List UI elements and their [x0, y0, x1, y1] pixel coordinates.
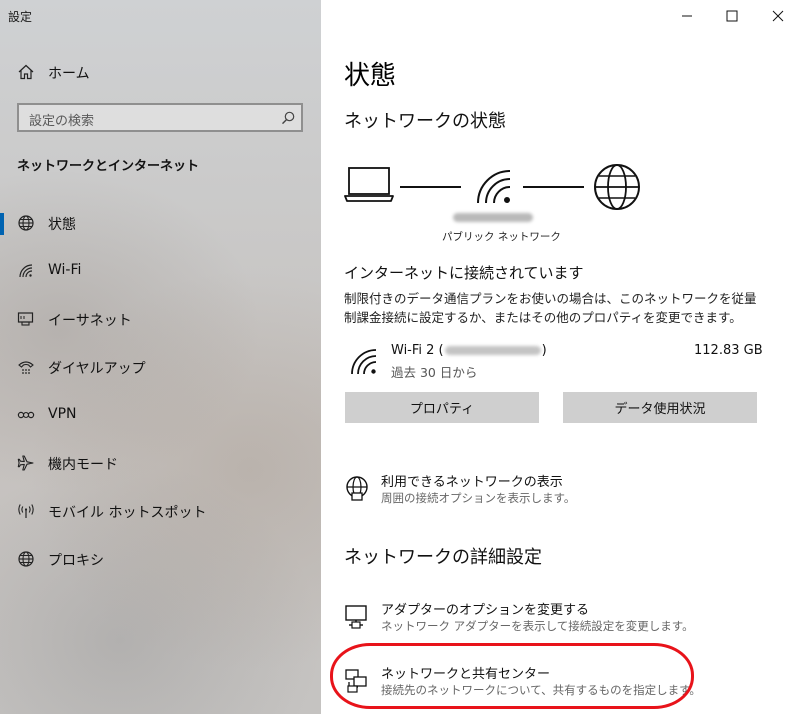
- adapter-options-title: アダプターのオプションを変更する: [381, 603, 590, 618]
- wifi-name-prefix: Wi-Fi 2 (: [391, 343, 444, 358]
- monitor-network-icon: [344, 604, 370, 630]
- adapter-options-link[interactable]: アダプターのオプションを変更する ネットワーク アダプターを表示して接続設定を変…: [341, 599, 761, 643]
- sidebar-item-label: ホーム: [48, 66, 90, 82]
- sidebar-item-label: Wi-Fi: [48, 262, 82, 278]
- app-title: 設定: [8, 10, 33, 24]
- wifi-name-suffix: ): [541, 343, 547, 358]
- wifi-data-usage: 112.83 GB: [694, 343, 763, 358]
- dialup-icon: [17, 358, 35, 376]
- sidebar-item-label: ダイヤルアップ: [48, 361, 146, 377]
- sidebar-section-title: ネットワークとインターネット: [17, 159, 200, 174]
- sidebar: 設定 ホーム 設定の検索 ネットワークとインターネット 状態 Wi-Fi イーサ…: [0, 0, 321, 714]
- globe-icon: [17, 214, 35, 232]
- globe-icon: [17, 550, 35, 568]
- maximize-icon[interactable]: [724, 8, 740, 24]
- sidebar-item-proxy[interactable]: プロキシ: [0, 539, 321, 579]
- home-icon: [17, 63, 35, 81]
- network-globe-icon: [344, 476, 370, 502]
- sidebar-item-dialup[interactable]: ダイヤルアップ: [0, 347, 321, 387]
- properties-button[interactable]: プロパティ: [345, 392, 539, 423]
- connection-line: [523, 186, 584, 188]
- internet-globe-icon: [592, 163, 642, 211]
- close-icon[interactable]: [770, 8, 786, 24]
- search-placeholder: 設定の検索: [29, 114, 95, 129]
- search-input[interactable]: 設定の検索: [17, 103, 303, 132]
- data-usage-button[interactable]: データ使用状況: [563, 392, 757, 423]
- sidebar-item-airplane-mode[interactable]: 機内モード: [0, 443, 321, 483]
- available-networks-subtitle: 周囲の接続オプションを表示します。: [381, 491, 576, 505]
- connection-line: [400, 186, 461, 188]
- sidebar-item-label: プロキシ: [48, 553, 104, 569]
- sidebar-item-label: VPN: [48, 406, 77, 422]
- available-networks-link[interactable]: 利用できるネットワークの表示 周囲の接続オプションを表示します。: [341, 471, 761, 515]
- advanced-settings-heading: ネットワークの詳細設定: [344, 547, 542, 568]
- page-title: 状態: [344, 61, 397, 91]
- highlight-annotation: [330, 643, 694, 709]
- network-status-heading: ネットワークの状態: [344, 111, 506, 132]
- wifi-signal-icon: [474, 165, 514, 205]
- vpn-icon: [17, 406, 35, 424]
- available-networks-title: 利用できるネットワークの表示: [381, 475, 563, 490]
- wifi-icon: [17, 262, 35, 280]
- network-type-label: パブリック ネットワーク: [442, 231, 561, 243]
- laptop-icon: [344, 166, 394, 204]
- search-icon[interactable]: [281, 111, 295, 125]
- adapter-options-subtitle: ネットワーク アダプターを表示して接続設定を変更します。: [381, 619, 694, 633]
- sidebar-item-label: 機内モード: [48, 457, 118, 473]
- wifi-name: Wi-Fi 2 (): [391, 343, 547, 358]
- connection-status: インターネットに接続されています: [344, 264, 584, 282]
- hotspot-icon: [17, 502, 35, 520]
- sidebar-item-label: モバイル ホットスポット: [48, 505, 207, 521]
- connection-description: 制限付きのデータ通信プランをお使いの場合は、このネットワークを従量制課金接続に設…: [344, 291, 757, 325]
- sidebar-item-status[interactable]: 状態: [0, 203, 321, 243]
- sidebar-item-mobile-hotspot[interactable]: モバイル ホットスポット: [0, 491, 321, 531]
- redacted-ssid: [444, 346, 541, 355]
- sidebar-item-wifi[interactable]: Wi-Fi: [0, 251, 321, 291]
- sidebar-item-vpn[interactable]: VPN: [0, 395, 321, 435]
- sidebar-item-label: イーサネット: [48, 313, 132, 329]
- sidebar-item-label: 状態: [48, 217, 76, 233]
- redacted-network-name: [453, 213, 533, 222]
- wifi-signal-icon: [350, 347, 378, 375]
- sidebar-item-home[interactable]: ホーム: [0, 52, 321, 92]
- ethernet-icon: [17, 310, 35, 328]
- sidebar-item-ethernet[interactable]: イーサネット: [0, 299, 321, 339]
- airplane-icon: [17, 454, 35, 472]
- minimize-icon[interactable]: [679, 8, 695, 24]
- wifi-usage-period: 過去 30 日から: [391, 365, 478, 380]
